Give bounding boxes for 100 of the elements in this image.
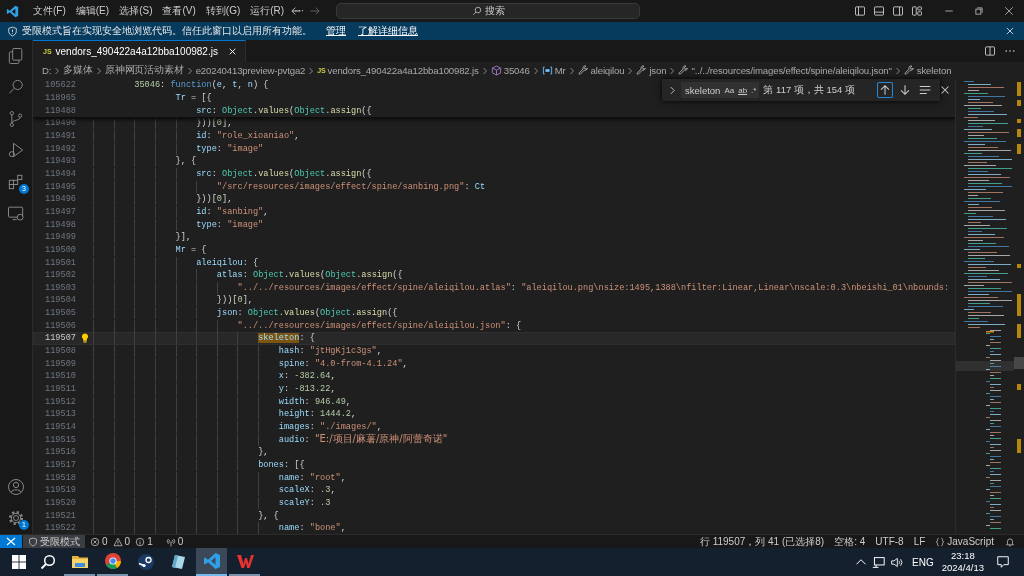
find-option-toggle[interactable]: ab [738, 85, 748, 95]
line-number: 119506 [44, 320, 76, 331]
code-line: }))[0], [93, 117, 233, 130]
line-number: 119510 [44, 371, 76, 382]
wrench-icon [577, 65, 589, 76]
chevron-icon [307, 66, 316, 75]
line-number: 119518 [44, 472, 76, 483]
code-line: }, [93, 446, 269, 459]
forward-arrow-icon[interactable] [309, 5, 321, 17]
secondary-sidebar-icon[interactable] [892, 5, 904, 17]
menu-item[interactable]: ··· [289, 0, 310, 22]
back-arrow-icon[interactable] [290, 5, 302, 17]
input-language[interactable]: ENG [912, 556, 934, 568]
language-mode[interactable]: JavaScript [930, 535, 999, 548]
problems-indicator[interactable]: 0 0 1 [85, 535, 161, 548]
start-icon[interactable] [12, 555, 26, 569]
clock-time[interactable]: 23:18 [950, 550, 975, 562]
code-line: src: Object.values(Object.assign({ [195, 104, 372, 117]
menu-item[interactable]: 文件(F) [28, 0, 71, 22]
account-icon[interactable] [6, 476, 26, 497]
panel-layout-icon[interactable] [873, 5, 885, 17]
line-number: 119509 [44, 358, 76, 369]
problem-count: 0 [124, 535, 131, 548]
status-item[interactable]: 行 119507，列 41 (已选择8) [694, 535, 830, 548]
close-icon[interactable] [1004, 6, 1014, 16]
breadcrumb-item[interactable]: Mr [541, 65, 566, 76]
code-line: "../../resources/images/effect/spine/aleiqilou.json": { [93, 319, 522, 332]
code-line: }))[0], [93, 193, 233, 206]
network-icon[interactable] [872, 555, 886, 569]
code-line: name: "root", [93, 471, 346, 484]
breadcrumb-item[interactable]: e20240413preview-pvtga2 [195, 65, 306, 76]
menu-item[interactable]: 运行(R) [245, 0, 290, 22]
breadcrumb-item[interactable]: skeleton [903, 65, 952, 76]
wrench-icon [636, 65, 648, 76]
volume-icon[interactable] [890, 555, 904, 569]
line-number: 119488 [44, 105, 76, 116]
close-icon[interactable] [227, 47, 237, 56]
split-editor-icon[interactable] [984, 45, 996, 57]
breadcrumb-item[interactable]: 原神网页活动素材 [104, 64, 184, 77]
code-line: hash: "jtHgKj1c3gs", [93, 345, 382, 358]
status-item[interactable]: LF [908, 535, 931, 548]
line-number: 119499 [44, 232, 76, 243]
find-input[interactable]: skeleton Aa ab .* [681, 82, 760, 98]
line-number: 119519 [44, 485, 76, 496]
sidebar-layout-icon[interactable] [854, 5, 866, 17]
customize-layout-icon[interactable] [911, 5, 923, 17]
code-line: id: "role_xioaniao", [93, 129, 300, 142]
shield-icon [28, 536, 38, 547]
breadcrumb-item[interactable]: json [636, 65, 667, 76]
code-line: height: 1444.2, [93, 408, 357, 421]
code-line: y: -813.22, [93, 383, 336, 396]
line-number: 119520 [44, 498, 76, 508]
line-number: 119516 [44, 447, 76, 458]
breadcrumb-item[interactable]: 多媒体 [63, 64, 93, 77]
code-line: spine: "4.0-from-4.1.24", [93, 357, 408, 370]
code-line: }], [93, 231, 192, 244]
banner-link[interactable]: 管理 [326, 24, 346, 38]
braces-icon [935, 536, 946, 547]
clock-date[interactable]: 2024/4/13 [941, 562, 984, 574]
code-line: scaleY: .3 [93, 497, 331, 509]
notification-icon[interactable] [996, 555, 1010, 569]
line-number: 119494 [44, 168, 76, 179]
up-arrow-icon[interactable] [877, 82, 893, 98]
banner-link[interactable]: 了解详细信息 [358, 24, 418, 38]
code-line: }))[0], [93, 294, 253, 307]
menu-item[interactable]: 选择(S) [114, 0, 158, 22]
match-count: 第 117 项，共 154 项 [763, 83, 855, 97]
find-option-toggle[interactable]: .* [751, 85, 757, 95]
code-line: name: "bone", [93, 522, 346, 534]
menu-item[interactable]: 查看(V) [157, 0, 201, 22]
line-number: 119497 [44, 206, 76, 217]
variable-icon [541, 65, 553, 76]
remote-indicator-icon[interactable] [0, 535, 22, 548]
menu-item[interactable]: 转到(G) [200, 0, 246, 22]
bell-icon[interactable] [1005, 536, 1015, 547]
warning-icon [112, 536, 123, 547]
status-item[interactable]: 空格: 4 [829, 535, 871, 548]
line-number: 119504 [44, 295, 76, 306]
search-icon[interactable] [40, 554, 56, 570]
restore-icon[interactable] [974, 6, 984, 16]
ports-indicator[interactable]: 0 [160, 535, 189, 548]
breadcrumb-item[interactable]: D: [42, 65, 52, 76]
restricted-mode-indicator[interactable]: 受限模式 [23, 535, 85, 548]
chevron-icon [531, 66, 540, 75]
line-number: 119522 [44, 523, 76, 534]
breadcrumb-item[interactable]: 35046 [490, 65, 530, 76]
code-line: Mr = { [93, 243, 207, 256]
line-number: 119492 [44, 143, 76, 154]
breadcrumb-item[interactable]: aleiqilou [577, 65, 625, 76]
line-number: 119501 [44, 257, 76, 268]
menu-item[interactable]: 编辑(E) [70, 0, 115, 22]
status-item[interactable]: UTF-8 [870, 535, 909, 548]
find-option-toggle[interactable]: Aa [724, 85, 735, 95]
code-line: width: 946.49, [93, 395, 351, 408]
code-line: type: "image" [93, 142, 264, 155]
search-field[interactable]: 搜索 [336, 3, 640, 19]
line-number: 119493 [44, 156, 76, 167]
breadcrumb-item[interactable]: "../../resources/images/effect/spine/aleiqilou.json" [678, 65, 892, 76]
code-line: id: "sanbing", [93, 205, 269, 218]
antenna-icon [165, 536, 176, 547]
